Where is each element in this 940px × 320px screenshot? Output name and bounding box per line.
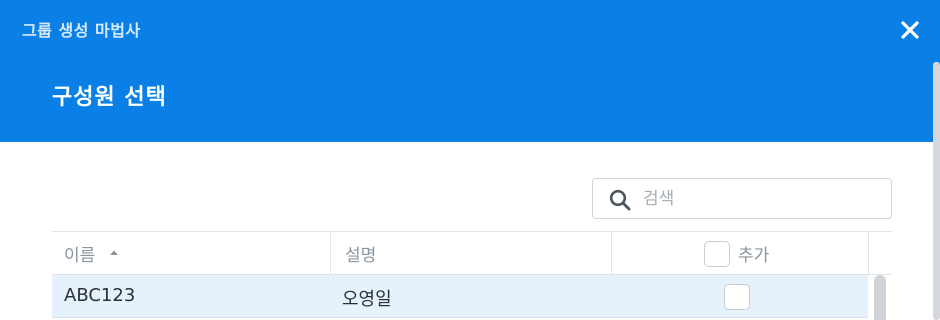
- grid-scrollbar-thumb[interactable]: [874, 275, 886, 320]
- row-add-checkbox[interactable]: [724, 284, 750, 310]
- close-icon: [901, 21, 919, 39]
- group-wizard-dialog: 그룹 생성 마법사 구성원 선택 이름 설명: [0, 0, 940, 320]
- column-header-spacer: [868, 232, 892, 274]
- table-row[interactable]: ABC123 오영일: [52, 275, 868, 318]
- column-label-description: 설명: [345, 246, 377, 266]
- dialog-header: 그룹 생성 마법사 구성원 선택: [0, 0, 940, 142]
- wizard-title: 그룹 생성 마법사: [22, 21, 141, 40]
- search-box[interactable]: [592, 178, 892, 219]
- row-description-cell: 오영일: [342, 289, 392, 310]
- search-input[interactable]: [643, 186, 883, 212]
- sort-ascending-icon: [110, 250, 118, 255]
- column-label-add: 추가: [738, 246, 770, 266]
- close-button[interactable]: [898, 18, 922, 42]
- column-header-description[interactable]: 설명: [330, 232, 611, 274]
- dialog-content: 이름 설명 추가 ABC123 오영일: [0, 142, 940, 320]
- column-label-name: 이름: [64, 246, 96, 266]
- select-all-checkbox[interactable]: [704, 241, 730, 267]
- column-header-add: 추가: [611, 232, 868, 274]
- step-title: 구성원 선택: [52, 85, 167, 110]
- grid-header: 이름 설명 추가: [52, 231, 892, 275]
- row-name-cell: ABC123: [64, 285, 136, 306]
- column-header-name[interactable]: 이름: [52, 232, 330, 274]
- search-icon: [609, 189, 631, 211]
- dialog-scrollbar[interactable]: [933, 62, 940, 320]
